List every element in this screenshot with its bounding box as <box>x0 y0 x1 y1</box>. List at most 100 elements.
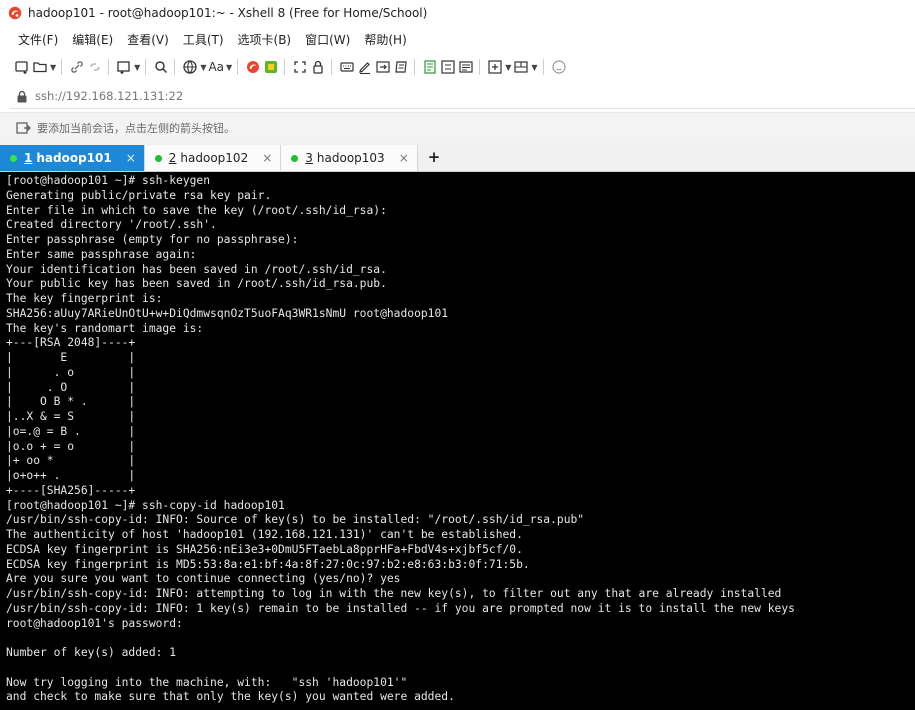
add-icon <box>488 60 502 74</box>
disconnect-button[interactable] <box>87 57 103 77</box>
tab-hadoop101[interactable]: 1 hadoop101 × <box>0 145 145 171</box>
terminal-line: Your public key has been saved in /root/… <box>6 277 387 291</box>
log-button[interactable] <box>422 57 438 77</box>
terminal-line: Enter same passphrase again: <box>6 247 197 261</box>
terminal-area[interactable]: [root@hadoop101 ~]# ssh-keygen Generatin… <box>0 172 915 710</box>
terminal-line: Now try logging into the machine, with: … <box>6 675 408 689</box>
terminal-line: The key's randomart image is: <box>6 321 204 335</box>
menu-edit[interactable]: 编辑(E) <box>72 31 113 48</box>
terminal-line: Generating public/private rsa key pair. <box>6 188 272 202</box>
chevron-down-icon: ▼ <box>531 62 538 72</box>
toolbar-divider <box>542 59 544 75</box>
add-tab-button[interactable]: ▼ <box>487 57 511 77</box>
folder-icon <box>33 62 47 73</box>
xshell-icon <box>247 61 260 73</box>
session-hint-text: 要添加当前会话，点击左侧的箭头按钮。 <box>37 122 235 135</box>
new-window-button[interactable]: ▼ <box>116 57 140 77</box>
fullscreen-button[interactable] <box>292 57 308 77</box>
terminal-line: ECDSA key fingerprint is MD5:53:8a:e1:bf… <box>6 557 530 571</box>
terminal-line: | E | <box>6 351 136 364</box>
title-bar: hadoop101 - root@hadoop101:~ - Xshell 8 … <box>0 0 915 26</box>
link-icon <box>71 61 83 73</box>
address-value[interactable]: ssh://192.168.121.131:22 <box>35 89 183 103</box>
terminal-line: | O B * . | <box>6 395 136 409</box>
menu-window[interactable]: 窗口(W) <box>305 31 350 48</box>
send-button[interactable] <box>375 57 391 77</box>
terminal-line: |+ oo * | <box>6 454 136 468</box>
toolbar-divider <box>331 59 333 75</box>
terminal-line: SHA256:aUuy7ARieUnOtU+w+DiQdmwsqnOzT5uoF… <box>6 306 449 320</box>
xshell-button[interactable] <box>245 57 261 77</box>
terminal-line: |..X & = S | <box>6 410 136 423</box>
menu-help[interactable]: 帮助(H) <box>364 31 406 48</box>
chat-icon <box>551 60 566 74</box>
terminal-line: | . o | <box>6 365 136 379</box>
toolbar-divider <box>479 59 481 75</box>
xftp-button[interactable] <box>263 57 279 77</box>
terminal-line: Are you sure you want to continue connec… <box>6 572 401 586</box>
script-icon <box>395 61 407 73</box>
terminal-line: |o.o + = o | <box>6 439 136 453</box>
help-button[interactable] <box>551 57 567 77</box>
keyboard-icon <box>340 62 354 72</box>
unlink-icon <box>90 63 100 71</box>
terminal-line: root@hadoop101's password: <box>6 616 183 630</box>
new-session-button[interactable] <box>14 57 30 77</box>
new-tab-button[interactable]: + <box>428 148 441 166</box>
fullscreen-icon <box>294 61 306 73</box>
send-icon <box>376 61 390 73</box>
terminal-line: |o+o++ . | <box>6 469 136 482</box>
menu-tools[interactable]: 工具(T) <box>183 31 224 48</box>
tab-bar: 1 hadoop101 × 2 hadoop102 × 3 hadoop103 … <box>0 143 915 172</box>
terminal-line: /usr/bin/ssh-copy-id: INFO: 1 key(s) rem… <box>6 601 795 615</box>
tab-hadoop102[interactable]: 2 hadoop102 × <box>144 145 282 171</box>
pen-icon <box>359 62 371 75</box>
menu-file[interactable]: 文件(F) <box>18 31 58 48</box>
address-bar[interactable]: ssh://192.168.121.131:22 <box>10 84 915 109</box>
tab-label: hadoop101 <box>36 151 112 165</box>
transfer-button[interactable] <box>440 57 456 77</box>
log-icon <box>424 60 436 74</box>
font-label: Aa <box>208 60 225 74</box>
reconnect-button[interactable] <box>69 57 85 77</box>
open-folder-button[interactable]: ▼ <box>32 57 56 77</box>
close-icon[interactable]: × <box>126 151 136 165</box>
tab-hadoop103[interactable]: 3 hadoop103 × <box>281 145 418 171</box>
compose-button[interactable] <box>357 57 373 77</box>
transfer-icon <box>441 60 455 74</box>
tab-number: 1 <box>24 151 33 165</box>
terminal-line: Your identification has been saved in /r… <box>6 262 387 276</box>
menu-bar: 文件(F) 编辑(E) 查看(V) 工具(T) 选项卡(B) 窗口(W) 帮助(… <box>0 28 915 50</box>
keyboard-button[interactable] <box>339 57 355 77</box>
lock-button[interactable] <box>310 57 326 77</box>
menu-tabs[interactable]: 选项卡(B) <box>238 31 292 48</box>
chevron-down-icon: ▼ <box>226 62 233 72</box>
chevron-down-icon: ▼ <box>134 62 141 72</box>
terminal-line: and check to make sure that only the key… <box>6 690 455 704</box>
tab-label: hadoop102 <box>180 151 249 165</box>
terminal-output[interactable]: [root@hadoop101 ~]# ssh-keygen Generatin… <box>0 172 915 705</box>
toolbar-divider <box>414 59 416 75</box>
close-icon[interactable]: × <box>399 151 409 165</box>
notes-button[interactable] <box>458 57 474 77</box>
layout-button[interactable]: ▼ <box>513 57 538 77</box>
close-icon[interactable]: × <box>262 151 272 165</box>
menu-view[interactable]: 查看(V) <box>127 31 169 48</box>
terminal-line: | . O | <box>6 380 136 394</box>
toolbar-divider <box>145 59 147 75</box>
toolbar-divider <box>61 59 63 75</box>
terminal-line: Created directory '/root/.ssh'. <box>6 218 217 232</box>
window-icon <box>117 61 130 74</box>
terminal-line: [root@hadoop101 ~]# ssh-copy-id hadoop10… <box>6 498 285 512</box>
globe-button[interactable]: ▼ <box>182 57 206 77</box>
globe-icon <box>183 60 197 74</box>
search-icon <box>155 61 168 74</box>
toolbar-divider <box>108 59 110 75</box>
add-session-arrow-icon[interactable] <box>16 121 31 135</box>
tab-number: 3 <box>305 151 313 165</box>
toolbar-divider <box>284 59 286 75</box>
script-button[interactable] <box>393 57 409 77</box>
find-button[interactable] <box>153 57 169 77</box>
font-button[interactable]: Aa ▼ <box>208 57 232 77</box>
terminal-line: Enter file in which to save the key (/ro… <box>6 203 387 217</box>
